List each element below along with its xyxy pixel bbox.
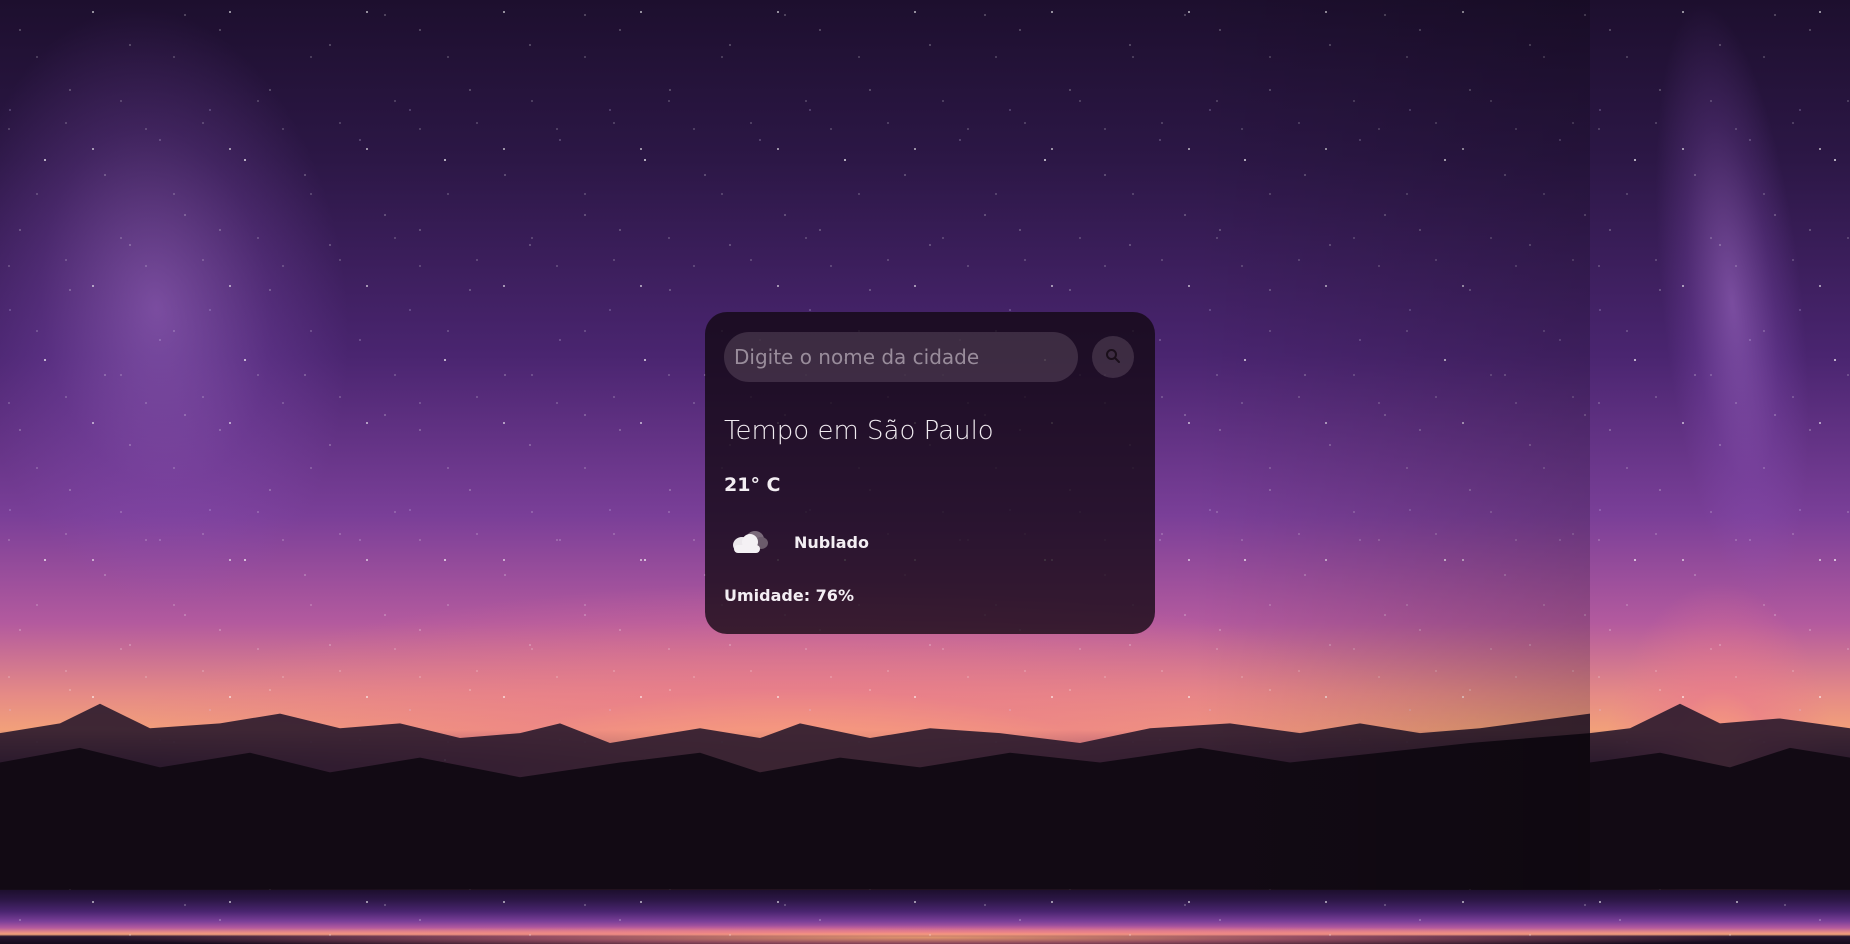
search-bar (724, 332, 1136, 382)
weather-card: Tempo em São Paulo 21° C Nublado Umidade… (705, 312, 1155, 634)
weather-condition: Nublado (724, 522, 1136, 562)
temperature: 21° C (724, 474, 781, 496)
cloud-icon (724, 522, 774, 562)
mountains-silhouette (0, 703, 1590, 890)
weather-description: Nublado (794, 532, 869, 552)
search-icon (1105, 348, 1121, 367)
background-image-repeat (1590, 0, 1850, 890)
background-image-repeat-bottom (0, 890, 1850, 944)
search-button[interactable] (1092, 336, 1134, 378)
humidity: Umidade: 76% (724, 586, 854, 605)
city-title: Tempo em São Paulo (724, 416, 994, 446)
city-search-input[interactable] (724, 332, 1078, 382)
